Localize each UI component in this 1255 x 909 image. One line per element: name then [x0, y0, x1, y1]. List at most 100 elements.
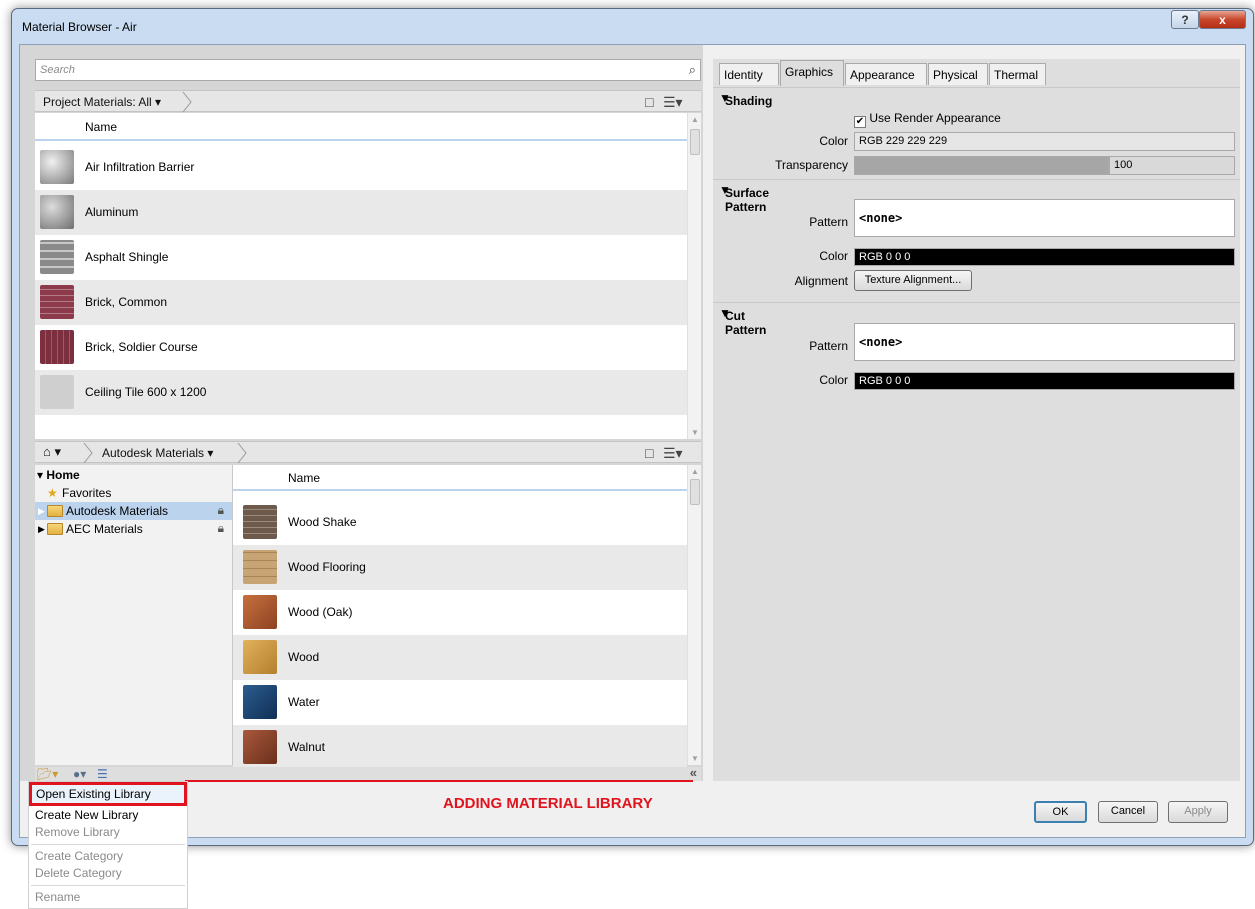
material-thumbnail: [243, 550, 277, 584]
project-breadcrumb: Project Materials: All ▾ □ ☰▾: [35, 90, 701, 113]
material-thumbnail: [243, 685, 277, 719]
ok-button[interactable]: OK: [1034, 801, 1087, 823]
tree-item-autodesk-materials[interactable]: ▶ Autodesk Materials 🔒︎: [35, 502, 232, 520]
scroll-up-icon[interactable]: ▲: [691, 115, 699, 124]
project-material-list: Name Air Infiltration Barrier Aluminum A…: [35, 113, 701, 439]
library-context-menu: Open Existing Library Create New Library…: [28, 781, 188, 909]
menu-item-delete-category[interactable]: Delete Category: [29, 863, 187, 883]
expand-icon[interactable]: ▶: [38, 524, 45, 535]
list-item[interactable]: Aluminum: [35, 190, 687, 235]
scroll-up-icon[interactable]: ▲: [691, 467, 699, 476]
breadcrumb-chevron-icon: [182, 91, 192, 113]
scroll-down-icon[interactable]: ▼: [691, 428, 699, 437]
cut-pattern-field[interactable]: <none>: [854, 323, 1235, 361]
list-item[interactable]: Brick, Common: [35, 280, 687, 325]
menu-item-rename[interactable]: Rename: [29, 887, 187, 907]
list-item[interactable]: Air Infiltration Barrier: [35, 145, 687, 190]
view-toggle-icon[interactable]: □: [645, 94, 653, 110]
tree-item-home[interactable]: ▾ Home: [35, 466, 232, 484]
list-item-label: Brick, Common: [85, 295, 168, 309]
title-bar: Material Browser - Air ? x: [12, 9, 1253, 45]
apply-button[interactable]: Apply: [1168, 801, 1228, 823]
close-button[interactable]: x: [1199, 10, 1246, 29]
list-view-icon[interactable]: ☰▾: [663, 445, 683, 462]
list-item[interactable]: Brick, Soldier Course: [35, 325, 687, 370]
home-icon[interactable]: ⌂ ▾: [43, 444, 61, 460]
library-breadcrumb: ⌂ ▾ Autodesk Materials ▾ □ ☰▾: [35, 441, 701, 464]
library-list-scrollbar[interactable]: ▲ ▼: [687, 465, 701, 765]
menu-item-remove-library[interactable]: Remove Library: [29, 822, 187, 842]
section-shading[interactable]: ▼ Shading: [713, 87, 1240, 108]
window-title: Material Browser - Air: [22, 20, 137, 34]
list-item-label: Water: [288, 695, 320, 709]
cut-color-field[interactable]: RGB 0 0 0: [854, 372, 1235, 390]
material-thumbnail: [40, 240, 74, 274]
create-material-icon[interactable]: ●▾: [73, 767, 86, 781]
annotation-line: [185, 780, 693, 782]
scroll-down-icon[interactable]: ▼: [691, 754, 699, 763]
list-item[interactable]: Wood: [233, 635, 687, 680]
shading-color-field[interactable]: RGB 229 229 229: [854, 132, 1235, 151]
expand-icon[interactable]: ▶: [38, 506, 45, 517]
project-filter-crumb[interactable]: Project Materials: All ▾: [43, 95, 161, 109]
section-surface-pattern[interactable]: ▼ Surface Pattern: [713, 179, 1240, 214]
material-thumbnail: [40, 285, 74, 319]
right-panel: Identity Graphics Appearance Physical Th…: [713, 59, 1240, 781]
checkbox-icon[interactable]: ✔: [854, 116, 866, 128]
list-item[interactable]: Asphalt Shingle: [35, 235, 687, 280]
project-list-scrollbar[interactable]: ▲ ▼: [687, 113, 701, 439]
list-item-label: Wood Shake: [288, 515, 357, 529]
lock-icon: 🔒︎: [217, 503, 224, 517]
search-icon[interactable]: ⌕: [689, 62, 696, 78]
tree-item-aec-materials[interactable]: ▶ AEC Materials 🔒︎: [35, 520, 232, 538]
list-item-label: Wood: [288, 650, 320, 664]
list-item[interactable]: Walnut: [233, 725, 687, 770]
help-button[interactable]: ?: [1171, 10, 1199, 29]
library-list-header[interactable]: Name: [233, 465, 687, 491]
list-item[interactable]: Water: [233, 680, 687, 725]
tab-appearance[interactable]: Appearance: [845, 63, 927, 85]
library-toolbar: 📂︎▾ ●▾ ☰ «: [35, 765, 701, 781]
transparency-slider[interactable]: [854, 156, 1109, 175]
tree-item-favorites[interactable]: ★ Favorites: [35, 484, 232, 502]
surface-color-field[interactable]: RGB 0 0 0: [854, 248, 1235, 266]
help-icon: ?: [1181, 12, 1189, 27]
list-view-icon[interactable]: ☰▾: [663, 94, 683, 111]
list-item[interactable]: Ceiling Tile 600 x 1200: [35, 370, 687, 415]
section-cut-pattern[interactable]: ▼ Cut Pattern: [713, 302, 1240, 337]
library-crumb[interactable]: Autodesk Materials ▾: [102, 446, 213, 460]
cancel-button[interactable]: Cancel: [1098, 801, 1158, 823]
surface-pattern-field[interactable]: <none>: [854, 199, 1235, 237]
search-placeholder: Search: [40, 64, 75, 76]
use-render-appearance[interactable]: ✔ Use Render Appearance: [854, 111, 1001, 128]
transparency-value[interactable]: 100: [1109, 156, 1235, 175]
shading-color-label: Color: [819, 134, 848, 148]
list-item-label: Brick, Soldier Course: [85, 340, 198, 354]
alignment-label: Alignment: [794, 274, 848, 288]
collapse-icon[interactable]: «: [690, 765, 697, 780]
texture-alignment-button[interactable]: Texture Alignment...: [854, 270, 972, 291]
list-item-label: Wood (Oak): [288, 605, 353, 619]
project-list-header[interactable]: Name: [35, 113, 687, 141]
menu-divider: [31, 844, 185, 845]
tab-thermal[interactable]: Thermal: [989, 63, 1046, 85]
menu-item-open-existing-library[interactable]: Open Existing Library: [29, 782, 187, 806]
list-item[interactable]: Wood (Oak): [233, 590, 687, 635]
scroll-thumb[interactable]: [690, 479, 700, 505]
folder-icon: [47, 505, 63, 517]
surface-pattern-label: Pattern: [809, 215, 848, 229]
star-icon: ★: [47, 486, 58, 500]
library-menu-icon[interactable]: 📂︎▾: [37, 767, 58, 781]
scroll-thumb[interactable]: [690, 129, 700, 155]
search-input[interactable]: Search ⌕: [35, 59, 701, 81]
tab-physical[interactable]: Physical: [928, 63, 988, 85]
material-thumbnail: [40, 330, 74, 364]
list-item[interactable]: Wood Shake: [233, 500, 687, 545]
breadcrumb-chevron-icon: [83, 442, 93, 464]
view-toggle-icon[interactable]: □: [645, 445, 653, 461]
tab-identity[interactable]: Identity: [719, 63, 779, 85]
asset-browser-icon[interactable]: ☰: [97, 767, 108, 781]
tab-graphics[interactable]: Graphics: [780, 60, 844, 86]
list-item[interactable]: Wood Flooring: [233, 545, 687, 590]
library-material-list: Name Wood Shake Wood Flooring Wood (Oak)…: [233, 465, 701, 770]
